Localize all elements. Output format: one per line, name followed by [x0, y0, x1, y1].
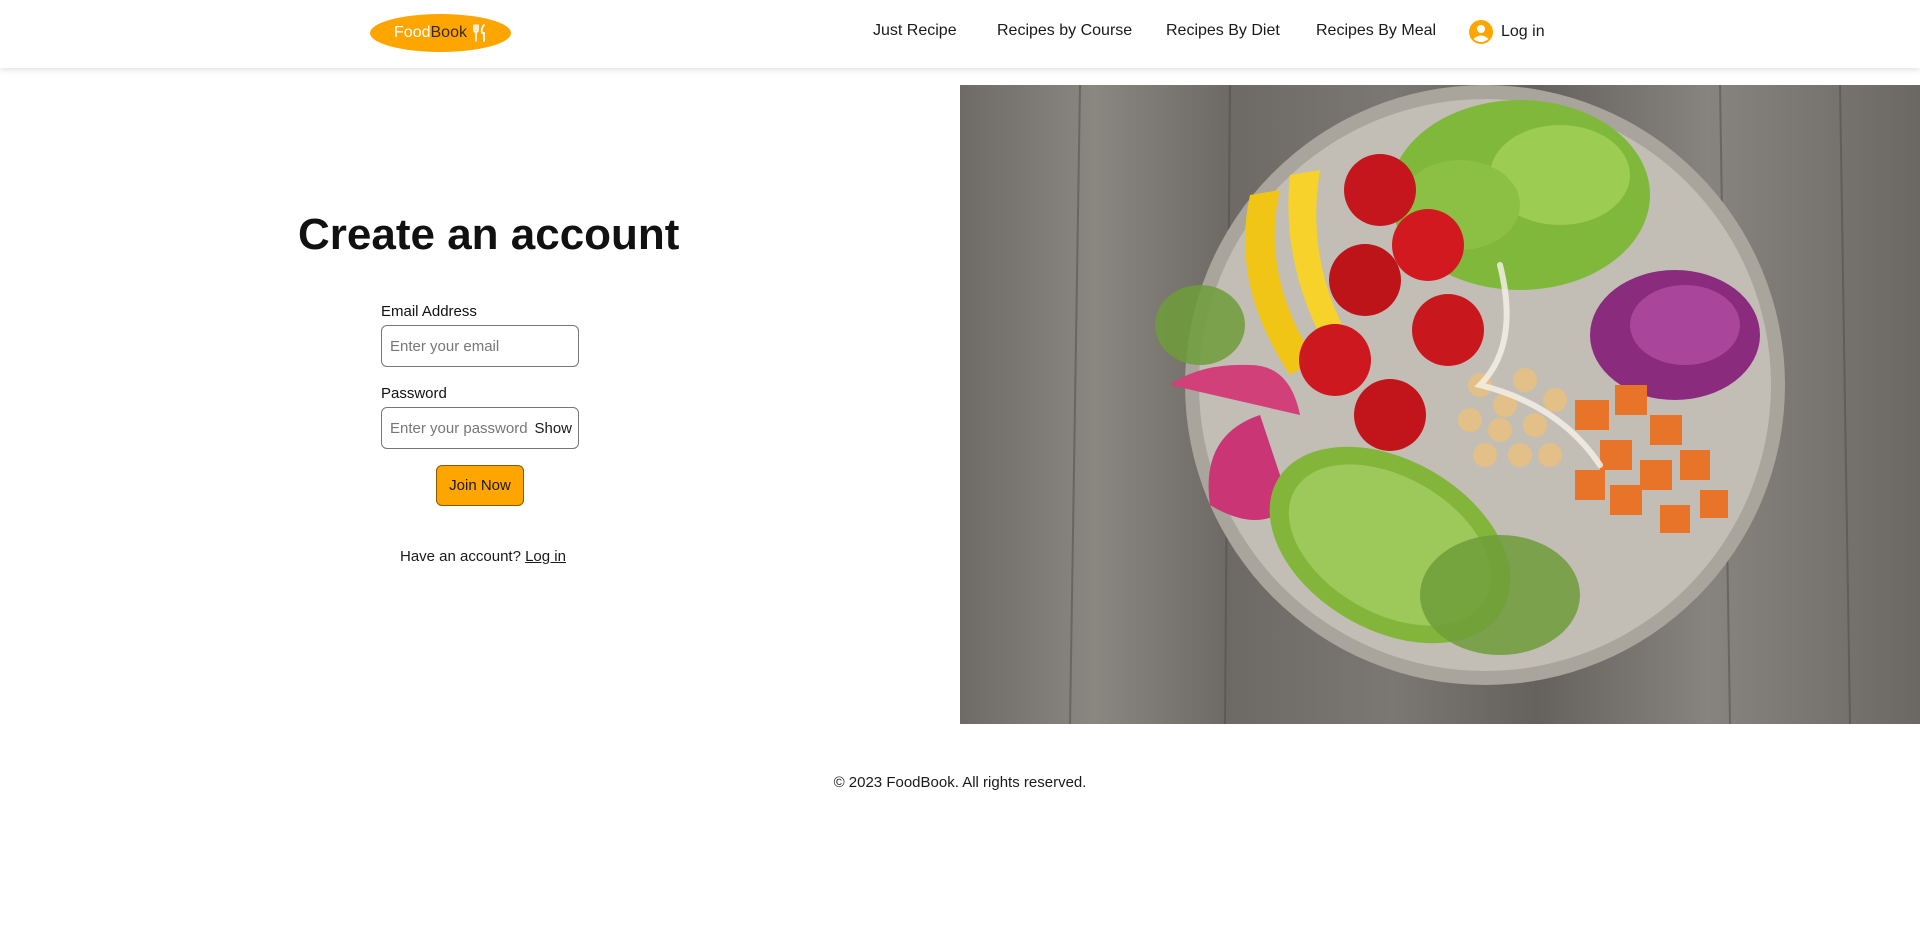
email-input[interactable]	[390, 326, 570, 366]
email-label: Email Address	[381, 303, 477, 320]
user-circle-icon	[1469, 20, 1493, 44]
login-link[interactable]: Log in	[525, 548, 566, 565]
show-password-button[interactable]: Show	[534, 420, 572, 437]
nav-recipes-by-course[interactable]: Recipes by Course	[997, 22, 1132, 40]
password-input[interactable]	[390, 408, 530, 448]
main-nav: Just Recipe Recipes by Course Recipes By…	[0, 0, 1920, 68]
nav-just-recipe[interactable]: Just Recipe	[873, 22, 957, 40]
hero-image	[960, 85, 1920, 724]
salad-bowl-image	[1069, 85, 1851, 724]
site-footer: © 2023 FoodBook. All rights reserved.	[0, 774, 1920, 791]
footer-copyright: © 2023 FoodBook. All rights reserved.	[833, 774, 1087, 791]
nav-login-link[interactable]: Log in	[1469, 20, 1545, 44]
page-title: Create an account	[298, 210, 680, 259]
nav-login-label: Log in	[1501, 23, 1545, 40]
have-account-text: Have an account? Log in	[400, 548, 566, 565]
have-account-label: Have an account?	[400, 548, 521, 565]
email-field-wrapper	[381, 325, 579, 367]
password-label: Password	[381, 385, 447, 402]
site-header: Food Book Just Recipe Recipes by Course R…	[0, 0, 1920, 68]
nav-recipes-by-diet[interactable]: Recipes By Diet	[1166, 22, 1280, 40]
nav-recipes-by-meal[interactable]: Recipes By Meal	[1316, 22, 1436, 40]
join-now-button[interactable]: Join Now	[436, 465, 524, 506]
password-field-wrapper: Show	[381, 407, 579, 449]
